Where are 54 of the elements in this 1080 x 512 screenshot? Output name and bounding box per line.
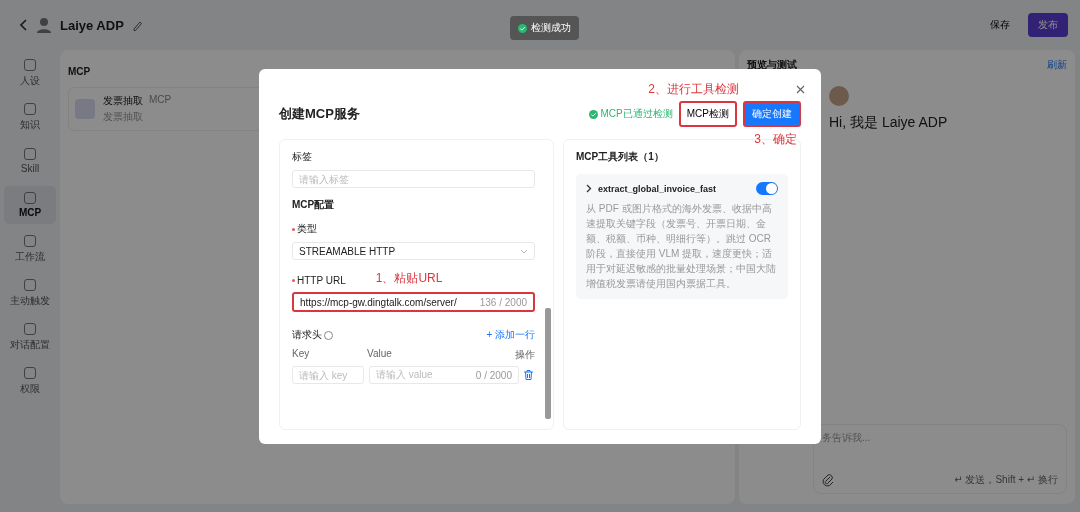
annotation-text: 3、确定 <box>754 131 797 148</box>
attachment-icon[interactable] <box>822 473 834 487</box>
agent-name: Laiye ADP <box>60 17 124 33</box>
tool-list-title: MCP工具列表（1） <box>576 150 665 164</box>
section-title: MCP <box>68 66 91 77</box>
key-input[interactable]: 请输入 key <box>292 366 364 384</box>
refresh-link[interactable]: 刷新 <box>1047 58 1067 72</box>
confirm-button[interactable]: 确定创建 <box>743 101 801 127</box>
url-input[interactable]: https://mcp-gw.dingtalk.com/server/ 136 / 2000 <box>292 292 535 312</box>
sidebar-item[interactable]: Skill <box>4 142 56 180</box>
check-circle-icon <box>518 23 527 33</box>
tool-description: 从 PDF 或图片格式的海外发票、收据中高速提取关键字段（发票号、开票日期、金额、税额、币种、明细行等）。跳过 OCR 阶段，直接使用 VLM 提取，速度更快；适用于对延迟敏感的批量处理场景；中国大陆增值税发票请使用国内票据工具。 <box>586 202 777 291</box>
check-circle-icon <box>588 109 598 119</box>
save-button[interactable]: 保存 <box>984 17 1016 33</box>
field-label: 标签 <box>292 150 313 164</box>
panel-title: 预览与测试 <box>747 58 797 72</box>
bot-avatar <box>829 86 849 106</box>
greeting-text: Hi, 我是 Laiye ADP <box>829 114 949 132</box>
check-status: MCP已通过检测 <box>588 107 673 121</box>
type-select[interactable]: STREAMABLE HTTP <box>292 242 535 260</box>
dialog-title: 创建MCP服务 <box>279 105 360 123</box>
annotation-text: 1、粘贴URL <box>375 270 443 287</box>
column-header: Key <box>292 348 311 361</box>
field-label: 请求头 <box>292 328 322 342</box>
sidebar-item[interactable]: MCP <box>4 186 56 224</box>
sidebar-item[interactable]: 人设 <box>4 54 56 92</box>
column-header: 操作 <box>515 348 535 362</box>
value-input[interactable]: 请输入 value 0 / 2000 <box>369 366 519 384</box>
close-icon[interactable] <box>796 85 805 94</box>
sidebar-item[interactable]: 工作流 <box>4 230 56 268</box>
tool-name: extract_global_invoice_fast <box>598 183 718 194</box>
field-label: HTTP URL <box>297 275 346 286</box>
chevron-down-icon <box>520 248 528 254</box>
annotation-text: 2、进行工具检测 <box>648 81 739 98</box>
avatar-icon <box>36 17 52 33</box>
sidebar-item[interactable]: 权限 <box>4 362 56 400</box>
publish-button[interactable]: 发布 <box>1028 13 1068 37</box>
toggle-switch[interactable] <box>756 182 778 195</box>
input-hint: ↵ 发送，Shift + ↵ 换行 <box>954 473 1058 487</box>
section-title: MCP配置 <box>292 198 336 212</box>
expand-icon[interactable] <box>586 184 592 193</box>
edit-icon[interactable] <box>131 19 143 31</box>
sidebar-item[interactable]: 知识 <box>4 98 56 136</box>
field-label: 类型 <box>297 222 317 236</box>
add-row-link[interactable]: + 添加一行 <box>486 328 535 348</box>
column-header: Value <box>367 348 393 361</box>
check-button[interactable]: MCP检测 <box>678 101 737 127</box>
mcp-name: 发票抽取 <box>103 94 143 108</box>
delete-icon[interactable] <box>524 370 533 380</box>
back-icon[interactable] <box>20 19 28 31</box>
sidebar-item[interactable]: 对话配置 <box>4 318 56 356</box>
sidebar-item[interactable]: 主动触发 <box>4 274 56 312</box>
success-toast: 检测成功 <box>510 16 579 40</box>
mcp-tag: MCP <box>149 94 172 108</box>
